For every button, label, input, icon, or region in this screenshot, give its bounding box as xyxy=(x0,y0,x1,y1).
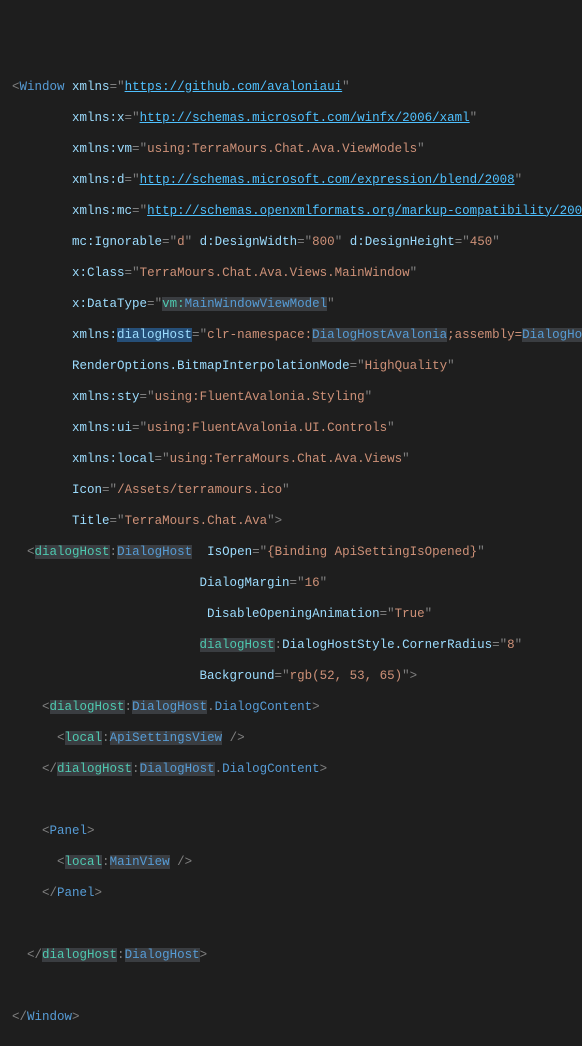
code-line[interactable]: <dialogHost:DialogHost IsOpen="{Binding … xyxy=(4,545,582,561)
code-line[interactable]: </Panel> xyxy=(4,886,582,902)
code-line[interactable]: xmlns:local="using:TerraMours.Chat.Ava.V… xyxy=(4,452,582,468)
code-line[interactable]: <Window xmlns="https://github.com/avalon… xyxy=(4,80,582,96)
url-link[interactable]: http://schemas.microsoft.com/winfx/2006/… xyxy=(140,111,470,125)
url-link[interactable]: http://schemas.microsoft.com/expression/… xyxy=(140,173,515,187)
code-line[interactable]: Background="rgb(52, 53, 65)"> xyxy=(4,669,582,685)
code-line[interactable]: dialogHost:DialogHostStyle.CornerRadius=… xyxy=(4,638,582,654)
code-line[interactable]: Title="TerraMours.Chat.Ava"> xyxy=(4,514,582,530)
code-line[interactable]: x:DataType="vm:MainWindowViewModel" xyxy=(4,297,582,313)
code-line[interactable] xyxy=(4,979,582,995)
code-line[interactable]: RenderOptions.BitmapInterpolationMode="H… xyxy=(4,359,582,375)
code-line[interactable]: xmlns:ui="using:FluentAvalonia.UI.Contro… xyxy=(4,421,582,437)
url-link[interactable]: https://github.com/avaloniaui xyxy=(125,80,343,94)
code-line[interactable]: </dialogHost:DialogHost> xyxy=(4,948,582,964)
code-line[interactable]: <local:MainView /> xyxy=(4,855,582,871)
code-line[interactable]: <Panel> xyxy=(4,824,582,840)
code-line[interactable] xyxy=(4,793,582,809)
url-link[interactable]: http://schemas.openxmlformats.org/markup… xyxy=(147,204,582,218)
code-editor[interactable]: <Window xmlns="https://github.com/avalon… xyxy=(0,62,582,1041)
code-line[interactable]: <dialogHost:DialogHost.DialogContent> xyxy=(4,700,582,716)
code-line[interactable] xyxy=(4,917,582,933)
code-line[interactable]: <local:ApiSettingsView /> xyxy=(4,731,582,747)
code-line[interactable]: xmlns:x="http://schemas.microsoft.com/wi… xyxy=(4,111,582,127)
code-line[interactable]: xmlns:dialogHost="clr-namespace:DialogHo… xyxy=(4,328,582,344)
code-line[interactable]: </dialogHost:DialogHost.DialogContent> xyxy=(4,762,582,778)
code-line[interactable]: DialogMargin="16" xyxy=(4,576,582,592)
code-line[interactable]: x:Class="TerraMours.Chat.Ava.Views.MainW… xyxy=(4,266,582,282)
code-line[interactable]: xmlns:mc="http://schemas.openxmlformats.… xyxy=(4,204,582,220)
code-line[interactable]: xmlns:sty="using:FluentAvalonia.Styling" xyxy=(4,390,582,406)
code-line[interactable]: DisableOpeningAnimation="True" xyxy=(4,607,582,623)
code-line[interactable]: </Window> xyxy=(4,1010,582,1026)
code-line[interactable]: mc:Ignorable="d" d:DesignWidth="800" d:D… xyxy=(4,235,582,251)
code-line[interactable]: Icon="/Assets/terramours.ico" xyxy=(4,483,582,499)
code-line[interactable]: xmlns:vm="using:TerraMours.Chat.Ava.View… xyxy=(4,142,582,158)
selected-text: dialogHost xyxy=(117,328,192,342)
code-line[interactable]: xmlns:d="http://schemas.microsoft.com/ex… xyxy=(4,173,582,189)
